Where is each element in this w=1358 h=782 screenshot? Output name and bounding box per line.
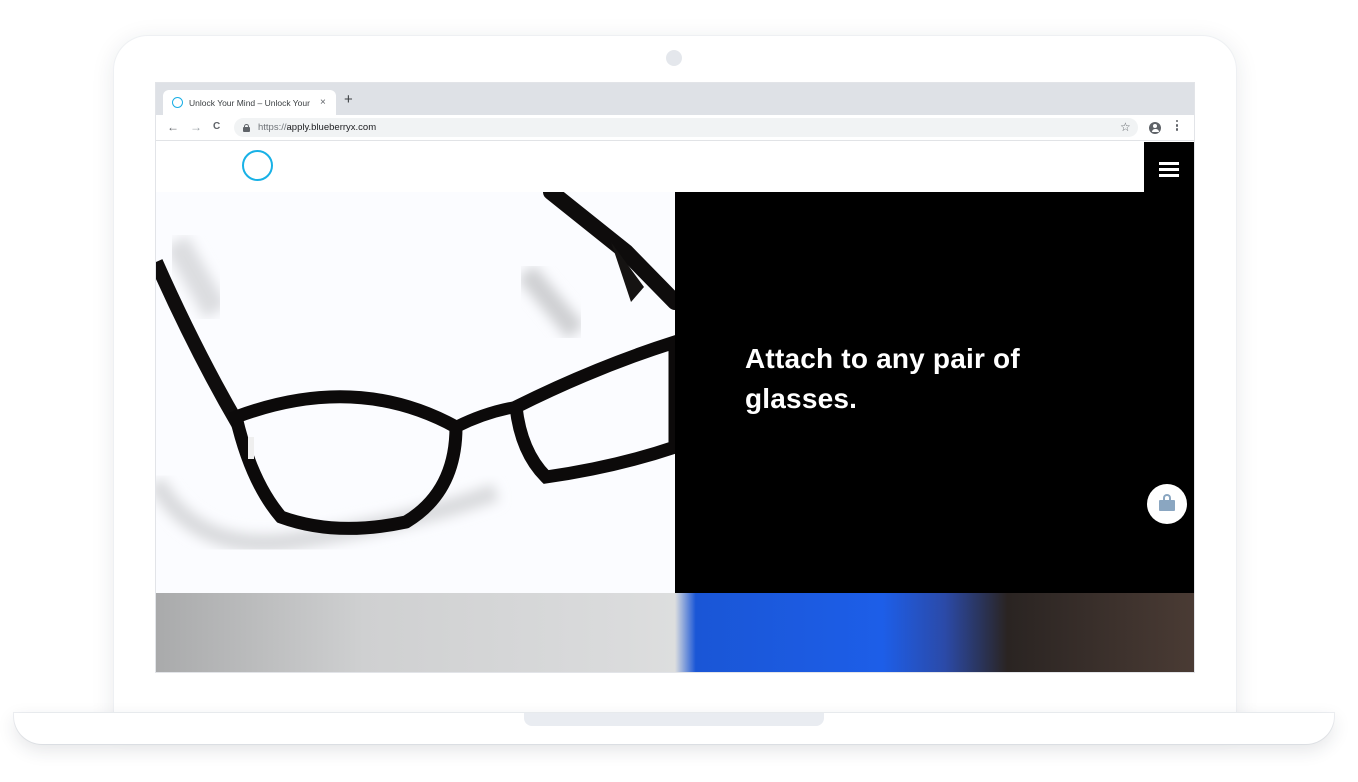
web-page: Attach to any pair of glasses.	[156, 142, 1194, 672]
lock-icon	[243, 123, 250, 132]
site-header	[156, 142, 1194, 192]
hamburger-menu-icon[interactable]	[1144, 142, 1194, 192]
url-host: apply.blueberryx.com	[286, 122, 377, 133]
hero-text-panel: Attach to any pair of glasses.	[675, 192, 1194, 593]
bookmark-star-icon[interactable]: ☆	[1120, 119, 1131, 135]
glasses-illustration	[156, 192, 675, 553]
reload-button[interactable]: C	[213, 119, 220, 135]
tab-close-button[interactable]: ×	[320, 97, 326, 108]
laptop-base-notch	[524, 713, 824, 726]
browser-tab-active[interactable]: Unlock Your Mind – Unlock Your ×	[163, 90, 336, 115]
url-scheme: https://	[258, 122, 287, 133]
glasses-photo	[156, 192, 675, 593]
device-mockup: Unlock Your Mind – Unlock Your × + ← → C…	[0, 0, 1358, 782]
tab-title: Unlock Your Mind – Unlock Your	[189, 97, 310, 108]
logo-ring-icon[interactable]	[242, 150, 273, 181]
favicon-icon	[172, 97, 183, 108]
browser-toolbar: ← → C https:// apply.blueberryx.com ☆	[156, 115, 1194, 141]
tab-strip: Unlock Your Mind – Unlock Your × +	[156, 83, 1194, 115]
laptop-camera	[666, 50, 682, 66]
new-tab-button[interactable]: +	[344, 92, 353, 107]
browser-window: Unlock Your Mind – Unlock Your × + ← → C…	[155, 82, 1195, 673]
profile-icon[interactable]	[1149, 122, 1161, 134]
forward-button[interactable]: →	[190, 119, 202, 135]
next-section-image	[156, 593, 1194, 672]
back-button[interactable]: ←	[167, 119, 179, 135]
shopping-bag-button[interactable]	[1147, 484, 1187, 524]
more-menu-icon[interactable]	[1175, 120, 1179, 133]
address-bar[interactable]: https:// apply.blueberryx.com	[234, 118, 1138, 137]
hero-headline: Attach to any pair of glasses.	[745, 343, 1020, 414]
